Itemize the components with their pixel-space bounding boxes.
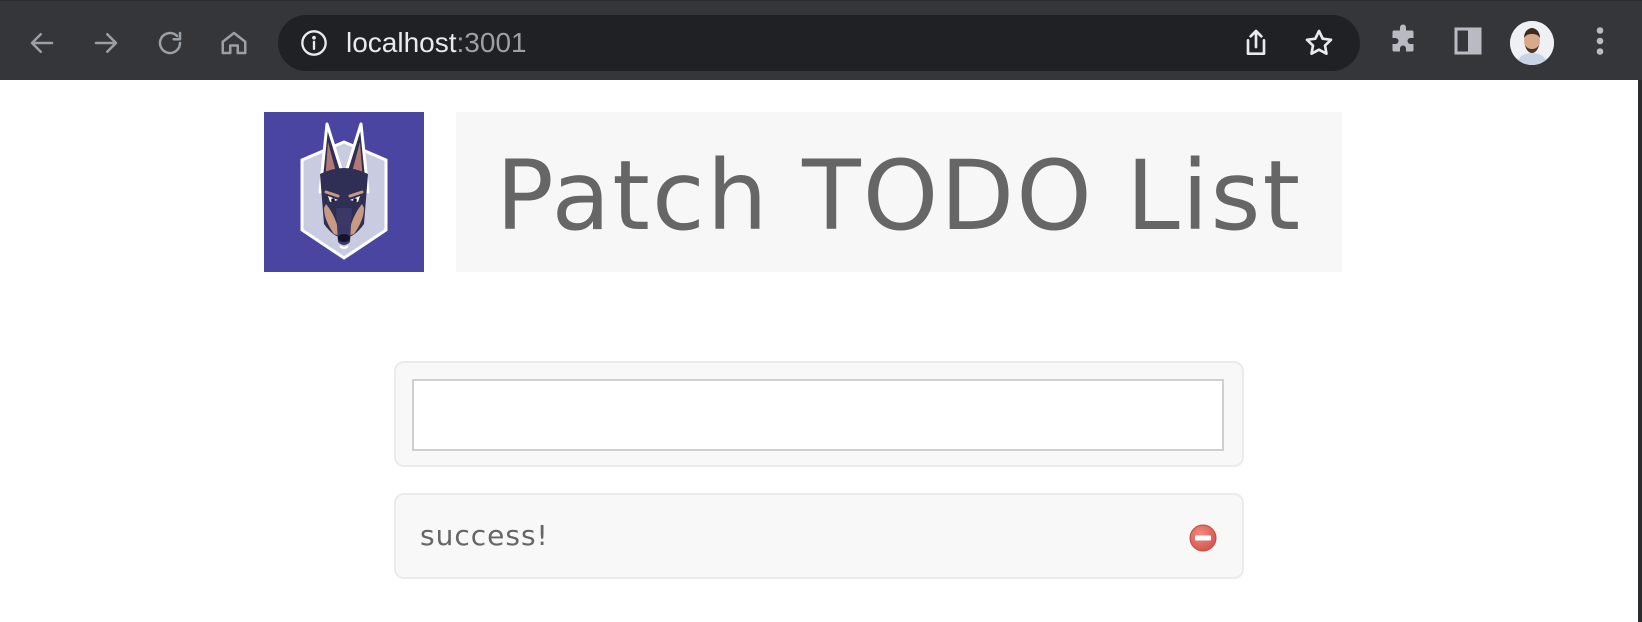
url-port: :3001 <box>456 27 527 58</box>
window-edge <box>1638 80 1642 622</box>
new-todo-panel <box>394 361 1244 467</box>
title-banner: Patch TODO List <box>456 112 1342 272</box>
share-icon[interactable] <box>1240 27 1272 59</box>
reload-icon <box>158 31 182 55</box>
forward-button[interactable] <box>84 21 128 65</box>
url-host: localhost <box>346 27 457 58</box>
new-todo-input[interactable] <box>412 379 1224 451</box>
avatar[interactable] <box>1510 21 1554 65</box>
forward-arrow-icon <box>94 33 118 53</box>
star-icon[interactable] <box>1303 27 1335 59</box>
browser-toolbar: localhost:3001 <box>0 0 1642 80</box>
url-text[interactable]: localhost:3001 <box>346 27 527 59</box>
reload-button[interactable] <box>148 21 192 65</box>
address-bar[interactable]: localhost:3001 <box>278 15 1360 71</box>
remove-icon[interactable] <box>1188 523 1218 553</box>
back-arrow-icon <box>30 33 54 53</box>
side-panel-icon[interactable] <box>1450 23 1486 59</box>
page-title: Patch TODO List <box>495 140 1303 252</box>
puzzle-icon[interactable] <box>1385 23 1421 59</box>
todo-text: success! <box>420 519 549 552</box>
profile-photo <box>1510 21 1554 65</box>
back-button[interactable] <box>20 21 64 65</box>
home-icon <box>221 31 247 55</box>
doberman-icon <box>264 112 424 272</box>
home-button[interactable] <box>212 21 256 65</box>
doberman-logo <box>264 112 424 272</box>
info-icon[interactable] <box>300 29 328 57</box>
kebab-menu-icon[interactable] <box>1585 23 1615 59</box>
todo-item: success! <box>394 493 1244 579</box>
